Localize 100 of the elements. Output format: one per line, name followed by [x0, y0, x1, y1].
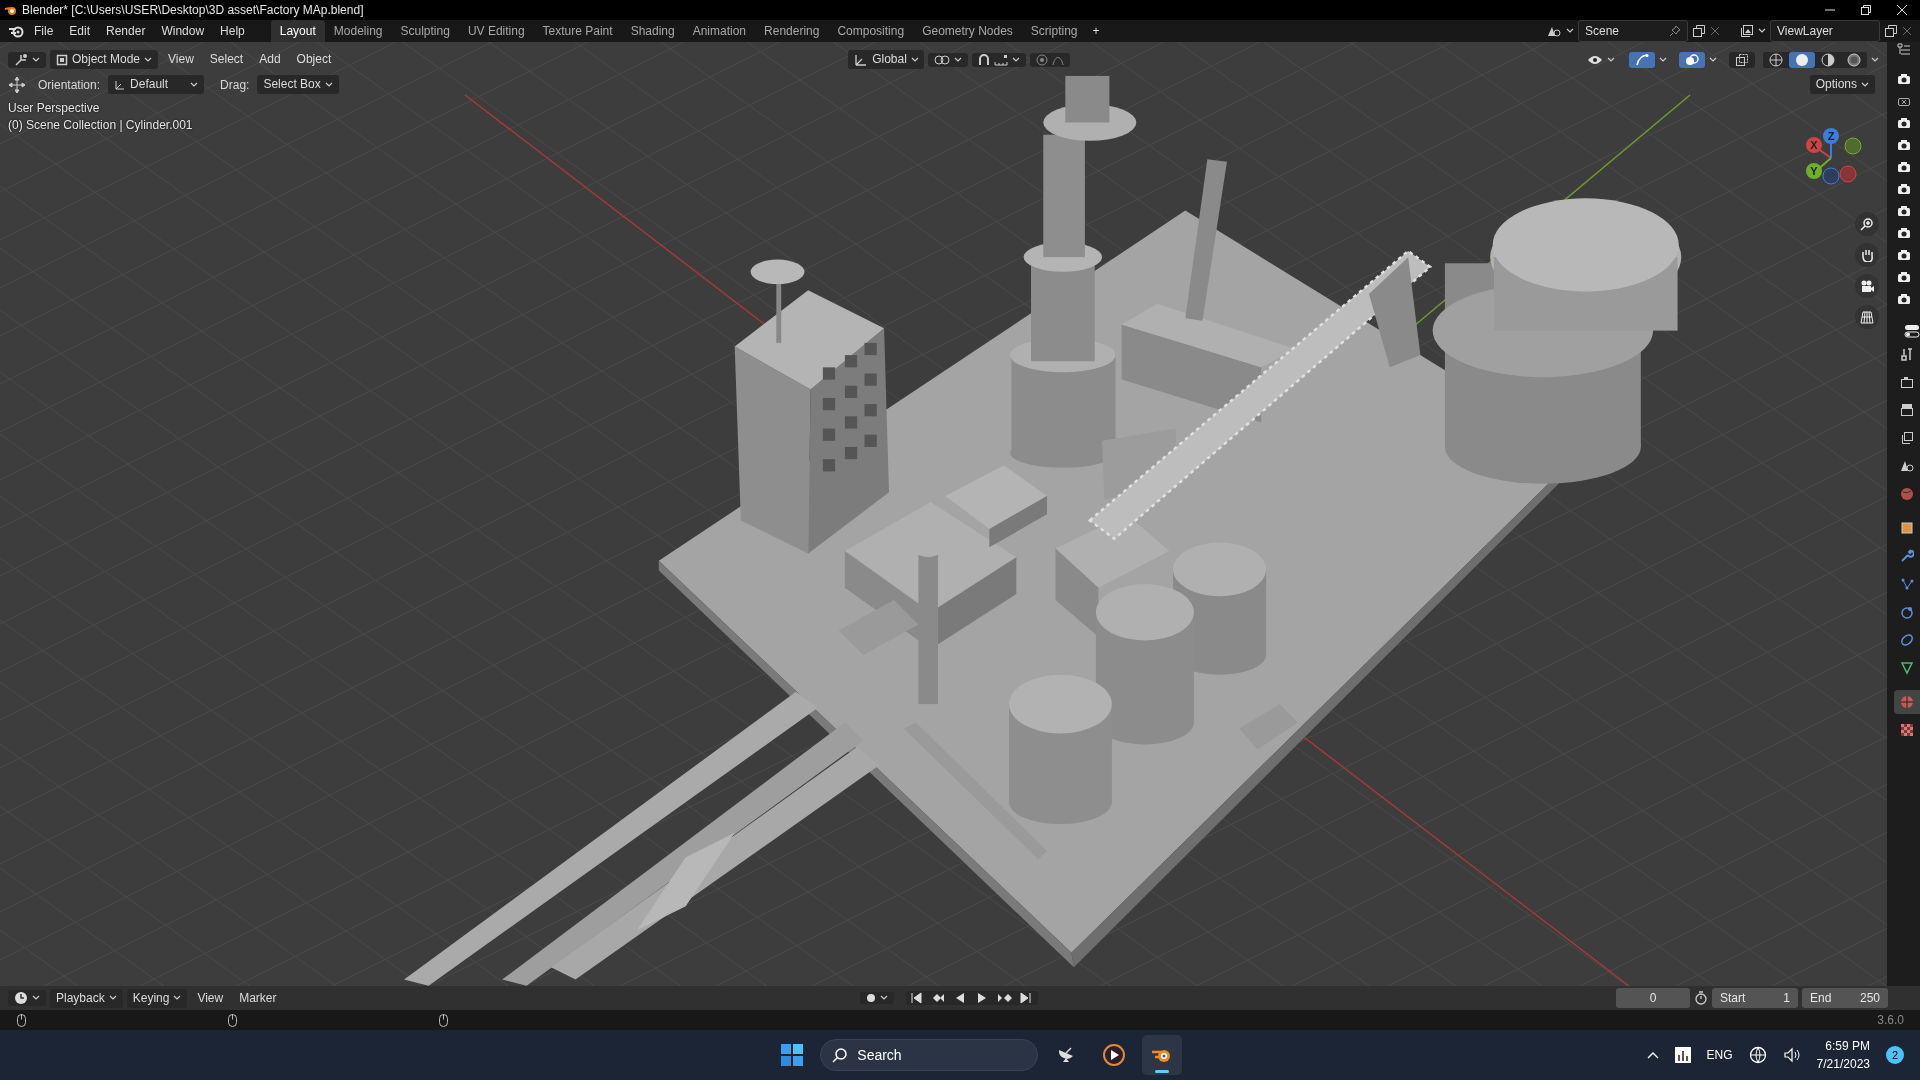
proportional-edit-button[interactable] — [1030, 52, 1071, 67]
movie-camera-icon — [1860, 279, 1874, 293]
taskbar-app-button[interactable] — [1142, 1035, 1183, 1075]
jump-start-icon — [910, 992, 925, 1004]
workspace-tab[interactable]: Animation — [683, 20, 756, 42]
editor-type-button[interactable] — [8, 990, 46, 1006]
menu-dropdown[interactable]: Playback — [50, 988, 123, 1008]
camera-icon[interactable] — [1896, 139, 1911, 151]
stopwatch-icon[interactable] — [1694, 991, 1708, 1005]
maximize-icon[interactable] — [1860, 4, 1872, 16]
gizmo-toggle[interactable] — [1629, 51, 1655, 68]
editor-type-button[interactable] — [8, 51, 46, 68]
half-sphere-icon — [1821, 52, 1835, 67]
orientation-dropdown[interactable]: Global — [848, 50, 925, 69]
windows-start-icon[interactable] — [780, 1043, 805, 1067]
search-field[interactable]: Search — [820, 1039, 1039, 1071]
menu-item[interactable]: Object — [290, 50, 338, 69]
workspace-tab[interactable]: Layout — [270, 20, 325, 42]
view-navigation-button[interactable] — [1855, 274, 1879, 298]
menu-item[interactable]: View — [162, 50, 200, 69]
camera-back-icon — [1900, 375, 1914, 389]
caret-icon — [880, 995, 889, 1001]
viewport-perspective-label: User Perspective — [8, 100, 100, 117]
workspace-tab[interactable]: Scripting — [1021, 20, 1087, 42]
shading-mode-button[interactable] — [1789, 51, 1815, 68]
camera-icon[interactable] — [1896, 73, 1911, 85]
dot-icon — [866, 993, 877, 1003]
outliner-icon[interactable] — [1895, 42, 1912, 58]
start-frame-field[interactable]: Start 1 — [1712, 988, 1798, 1008]
axes-icon — [14, 52, 28, 67]
drag-dropdown[interactable]: Select Box — [257, 75, 339, 94]
camera-icon[interactable] — [1896, 117, 1911, 129]
camera-icon[interactable] — [1896, 227, 1911, 239]
snap-toggle[interactable] — [972, 52, 1027, 67]
xray-icon — [1735, 52, 1749, 67]
menu-dropdown[interactable]: Keying — [126, 988, 188, 1008]
nodes-icon — [1900, 577, 1914, 591]
workspace-tab[interactable]: Geometry Nodes — [913, 20, 1022, 42]
xray-toggle[interactable] — [1729, 51, 1755, 68]
navigation-gizmo[interactable]: X Y Z — [1791, 118, 1871, 198]
camera-icon[interactable] — [1896, 205, 1911, 217]
toggle-icon[interactable] — [1904, 324, 1920, 338]
view-navigation-button[interactable] — [1855, 212, 1879, 236]
view-layer-field[interactable]: ViewLayer — [1770, 20, 1880, 42]
workspace-tab[interactable]: UV Editing — [458, 20, 534, 42]
workspace-tab[interactable]: Sculpting — [391, 20, 459, 42]
move-arrows-icon[interactable] — [8, 75, 26, 94]
window-title: Blender* [C:\Users\USER\Desktop\3D asset\Factory MAp.blend] — [22, 2, 364, 19]
record-button[interactable] — [860, 992, 895, 1004]
duplicate-icon[interactable] — [1884, 24, 1898, 38]
camera-icon[interactable] — [1896, 161, 1911, 173]
link-icon — [1900, 633, 1914, 647]
magnet-icon — [978, 53, 991, 66]
scene-field[interactable]: Scene — [1578, 20, 1688, 42]
object-mode-dropdown[interactable]: Object Mode — [50, 50, 159, 69]
overlapping-circles-icon — [1685, 52, 1699, 67]
duplicate-icon[interactable] — [1692, 24, 1706, 38]
camera-icon[interactable] — [1896, 249, 1911, 261]
blender-logo-icon[interactable] — [8, 24, 24, 38]
workspace-tab[interactable]: Texture Paint — [533, 20, 622, 42]
current-frame-field[interactable]: 0 — [1616, 988, 1690, 1008]
mouse-icon — [227, 1012, 238, 1028]
workspace-tab[interactable]: Shading — [621, 20, 684, 42]
gizmo-icon — [1635, 52, 1649, 67]
sphere-icon — [1900, 695, 1914, 709]
menu-item[interactable]: Render — [100, 21, 152, 41]
workspace-tab[interactable]: Rendering — [755, 20, 829, 42]
camera-icon[interactable] — [1896, 271, 1911, 283]
menu-item[interactable]: Help — [214, 21, 251, 41]
menu-item[interactable]: Select — [203, 50, 250, 69]
camera-icon[interactable] — [1896, 183, 1911, 195]
add-workspace-button[interactable]: + — [1086, 21, 1106, 41]
caret-icon — [910, 56, 919, 63]
pin-icon[interactable] — [1669, 25, 1681, 37]
menu-item[interactable]: Add — [253, 50, 287, 69]
language-indicator[interactable]: ENG — [1706, 1046, 1733, 1064]
camera-icon[interactable] — [1896, 293, 1911, 305]
chevron-up-icon[interactable] — [1646, 1051, 1659, 1059]
view-navigation-button[interactable] — [1855, 243, 1879, 267]
options-dropdown[interactable]: Options — [1809, 75, 1875, 94]
workspace-tab[interactable]: Modeling — [324, 20, 392, 42]
menu-item[interactable]: Window — [155, 21, 211, 41]
caret-icon — [32, 56, 40, 63]
overlays-toggle[interactable] — [1679, 51, 1705, 68]
clock[interactable]: 6:59 PM 7/21/2023 — [1816, 1037, 1870, 1073]
menu-item[interactable]: View — [191, 988, 230, 1008]
orientation-dropdown[interactable]: Default — [108, 75, 205, 94]
globe-icon[interactable] — [1748, 1046, 1767, 1064]
mouse-icon — [438, 1012, 449, 1028]
notification-count[interactable]: 2 — [1886, 1046, 1904, 1064]
menu-item[interactable]: Edit — [63, 21, 97, 41]
pivot-point-dropdown[interactable] — [928, 52, 969, 67]
workspace-tab[interactable]: Compositing — [828, 20, 914, 42]
speaker-icon[interactable] — [1782, 1047, 1801, 1063]
view-navigation-button[interactable] — [1855, 305, 1879, 329]
caret-icon — [1607, 56, 1615, 63]
end-frame-field[interactable]: End 250 — [1802, 988, 1888, 1008]
chart-app-icon[interactable] — [1674, 1047, 1691, 1063]
menu-item[interactable]: Marker — [233, 988, 283, 1008]
menu-item[interactable]: File — [28, 21, 60, 41]
